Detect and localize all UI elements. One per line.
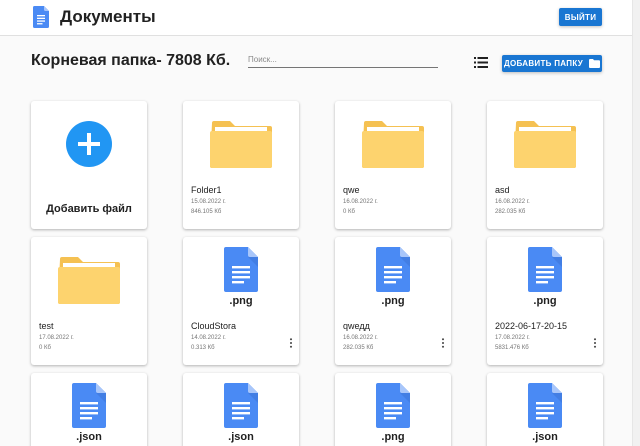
app-title: Документы bbox=[60, 7, 156, 26]
app-bar: Документы ВЫЙТИ bbox=[0, 0, 640, 36]
list-view-icon[interactable] bbox=[474, 57, 488, 68]
item-name: qwедд bbox=[343, 321, 370, 331]
document-icon bbox=[224, 383, 258, 428]
add-file-button[interactable] bbox=[66, 121, 112, 167]
add-file-card[interactable]: Добавить файл bbox=[31, 101, 147, 229]
more-vert-icon[interactable] bbox=[593, 338, 597, 348]
folder-icon bbox=[210, 121, 272, 168]
file-extension: .png bbox=[381, 431, 405, 443]
add-folder-button[interactable]: ДОБАВИТЬ ПАПКУ bbox=[502, 55, 602, 72]
folder-card[interactable]: test 17.08.2022 г. 0 Кб bbox=[31, 237, 147, 365]
document-icon bbox=[72, 383, 106, 428]
item-name: 2022-06-17-20-15 bbox=[495, 321, 568, 331]
file-card[interactable]: .png 2022-06-17-20-15 17.08.2022 г. 5831.47… bbox=[487, 237, 603, 365]
item-name: test bbox=[39, 321, 54, 331]
document-icon bbox=[528, 247, 562, 292]
folder-icon bbox=[362, 121, 424, 168]
item-name: qwe bbox=[343, 185, 360, 195]
item-size: 0.313 Кб bbox=[191, 345, 215, 351]
file-card[interactable]: .png CloudStora 14.08.2022 г. 0.313 Кб bbox=[183, 237, 299, 365]
item-size: 0 Кб bbox=[39, 345, 51, 351]
file-card[interactable]: .json bbox=[487, 373, 603, 446]
google-docs-icon bbox=[33, 6, 49, 28]
item-date: 15.08.2022 г. bbox=[191, 199, 226, 205]
more-vert-icon[interactable] bbox=[289, 338, 293, 348]
item-name: Folder1 bbox=[191, 185, 222, 195]
page-scrollbar[interactable] bbox=[632, 0, 640, 446]
item-date: 17.08.2022 г. bbox=[495, 335, 530, 341]
logout-button[interactable]: ВЫЙТИ bbox=[559, 8, 602, 26]
folder-icon bbox=[514, 121, 576, 168]
item-date: 16.08.2022 г. bbox=[495, 199, 530, 205]
item-date: 16.08.2022 г. bbox=[343, 199, 378, 205]
document-icon bbox=[376, 247, 410, 292]
folder-icon bbox=[58, 257, 120, 304]
item-size: 5831.476 Кб bbox=[495, 345, 529, 351]
item-size: 0 Кб bbox=[343, 209, 355, 215]
file-card[interactable]: .json bbox=[183, 373, 299, 446]
plus-icon bbox=[78, 133, 100, 155]
folder-card[interactable]: asd 16.08.2022 г. 282.035 Кб bbox=[487, 101, 603, 229]
item-size: 282.035 Кб bbox=[343, 345, 374, 351]
file-extension: .png bbox=[381, 295, 405, 307]
document-icon bbox=[376, 383, 410, 428]
search-input[interactable] bbox=[248, 52, 438, 68]
file-extension: .json bbox=[228, 431, 254, 443]
document-icon bbox=[224, 247, 258, 292]
file-card[interactable]: .png qwедд 16.08.2022 г. 282.035 Кб bbox=[335, 237, 451, 365]
file-extension: .png bbox=[229, 295, 253, 307]
folder-card[interactable]: Folder1 15.08.2022 г. 846.105 Кб bbox=[183, 101, 299, 229]
more-vert-icon[interactable] bbox=[441, 338, 445, 348]
folder-icon bbox=[588, 59, 600, 68]
file-extension: .png bbox=[533, 295, 557, 307]
file-card[interactable]: .png bbox=[335, 373, 451, 446]
folder-card[interactable]: qwe 16.08.2022 г. 0 Кб bbox=[335, 101, 451, 229]
add-folder-label: ДОБАВИТЬ ПАПКУ bbox=[504, 59, 583, 68]
page-title: Корневая папка- 7808 Кб. bbox=[31, 52, 231, 69]
add-file-label: Добавить файл bbox=[46, 203, 132, 215]
item-date: 17.08.2022 г. bbox=[39, 335, 74, 341]
item-name: asd bbox=[495, 185, 510, 195]
item-date: 16.08.2022 г. bbox=[343, 335, 378, 341]
file-card[interactable]: .json bbox=[31, 373, 147, 446]
document-icon bbox=[528, 383, 562, 428]
item-size: 282.035 Кб bbox=[495, 209, 526, 215]
item-size: 846.105 Кб bbox=[191, 209, 222, 215]
file-extension: .json bbox=[532, 431, 558, 443]
item-date: 14.08.2022 г. bbox=[191, 335, 226, 341]
item-name: CloudStora bbox=[191, 321, 237, 331]
file-extension: .json bbox=[76, 431, 102, 443]
